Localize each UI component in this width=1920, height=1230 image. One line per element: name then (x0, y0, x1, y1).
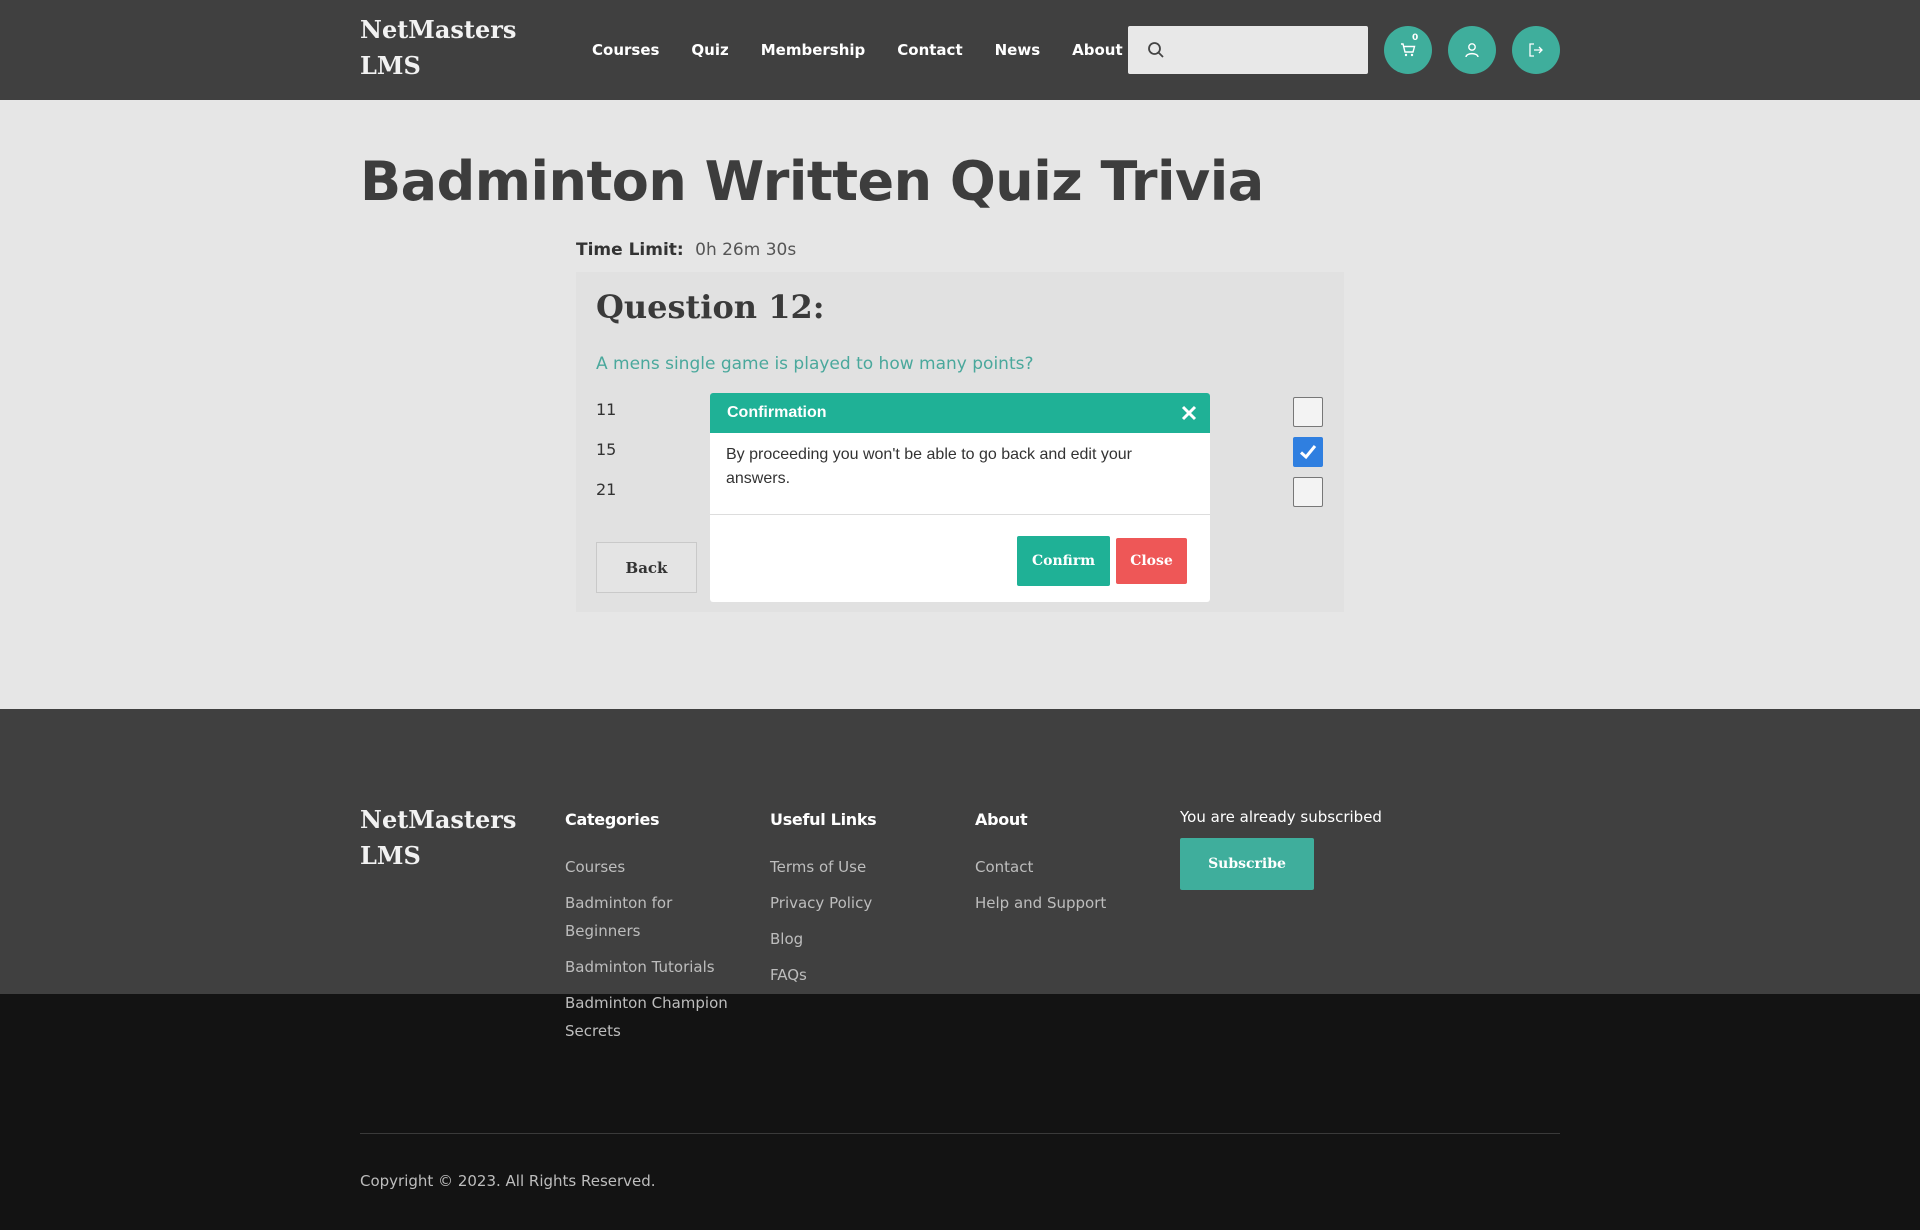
footer-link-help-support[interactable]: Help and Support (975, 889, 1145, 917)
footer-divider (360, 1133, 1560, 1134)
footer-about: About Contact Help and Support (975, 810, 1145, 925)
confirmation-modal: Confirmation By proceeding you won't be … (710, 393, 1210, 602)
question-text: A mens single game is played to how many… (596, 354, 1034, 374)
footer-useful-links: Useful Links Terms of Use Privacy Policy… (770, 810, 940, 997)
footer-link-blog[interactable]: Blog (770, 925, 940, 953)
option-checkbox-2[interactable] (1293, 437, 1323, 467)
footer-categories: Categories Courses Badminton for Beginne… (565, 810, 735, 1053)
footer-link-courses[interactable]: Courses (565, 853, 735, 881)
close-icon[interactable] (1180, 404, 1198, 422)
footer-about-title: About (975, 810, 1028, 829)
nav-quiz[interactable]: Quiz (691, 41, 728, 59)
main-nav: Courses Quiz Membership Contact News Abo… (592, 0, 1147, 100)
cart-count-badge: 0 (1412, 33, 1419, 43)
footer-link-badminton-tutorials[interactable]: Badminton Tutorials (565, 953, 735, 981)
footer-link-badminton-champion-secrets[interactable]: Badminton Champion Secrets (565, 989, 735, 1045)
page-title: Badminton Written Quiz Trivia (360, 150, 1264, 213)
site-footer (0, 709, 1920, 994)
option-checkbox-3[interactable] (1293, 477, 1323, 507)
option-label-2: 15 (596, 440, 617, 459)
modal-header: Confirmation (710, 393, 1210, 433)
option-checkbox-1[interactable] (1293, 397, 1323, 427)
modal-body: By proceeding you won't be able to go ba… (710, 433, 1210, 515)
footer-link-badminton-beginners[interactable]: Badminton for Beginners (565, 889, 735, 945)
footer-link-privacy[interactable]: Privacy Policy (770, 889, 940, 917)
cart-icon (1401, 43, 1416, 57)
modal-title: Confirmation (727, 404, 827, 421)
user-account-button[interactable] (1448, 26, 1496, 74)
footer-useful-links-title: Useful Links (770, 810, 877, 829)
confirm-button[interactable]: Confirm (1017, 536, 1110, 586)
cart-button[interactable]: 0 (1384, 26, 1432, 74)
logout-button[interactable] (1512, 26, 1560, 74)
user-icon (1465, 43, 1479, 58)
footer-link-terms[interactable]: Terms of Use (770, 853, 940, 881)
checkmark-icon (1299, 445, 1317, 460)
nav-membership[interactable]: Membership (761, 41, 866, 59)
footer-logo[interactable]: NetMasters LMS (360, 802, 520, 874)
site-logo[interactable]: NetMasters LMS (360, 12, 520, 84)
site-header: NetMasters LMS Courses Quiz Membership C… (0, 0, 1920, 100)
search-icon[interactable] (1146, 40, 1166, 60)
footer-categories-title: Categories (565, 810, 660, 829)
subscribe-button[interactable]: Subscribe (1180, 838, 1314, 890)
time-limit-label: Time Limit: (576, 240, 684, 260)
nav-about-label: About (1072, 41, 1123, 59)
nav-news[interactable]: News (995, 41, 1041, 59)
footer-bottom (0, 994, 1920, 1230)
search-input[interactable] (1128, 26, 1368, 74)
footer-link-faqs[interactable]: FAQs (770, 961, 940, 989)
subscription-status: You are already subscribed (1180, 808, 1382, 826)
footer-link-contact[interactable]: Contact (975, 853, 1145, 881)
question-title: Question 12: (596, 288, 825, 326)
option-label-1: 11 (596, 400, 617, 419)
logout-icon (1529, 43, 1543, 57)
time-limit: Time Limit: 0h 26m 30s (576, 240, 796, 260)
time-limit-value: 0h 26m 30s (695, 240, 797, 260)
nav-contact[interactable]: Contact (897, 41, 962, 59)
back-button[interactable]: Back (596, 542, 697, 593)
nav-courses[interactable]: Courses (592, 41, 659, 59)
close-button[interactable]: Close (1116, 538, 1187, 584)
copyright-text: Copyright © 2023. All Rights Reserved. (360, 1172, 656, 1190)
option-label-3: 21 (596, 480, 617, 499)
